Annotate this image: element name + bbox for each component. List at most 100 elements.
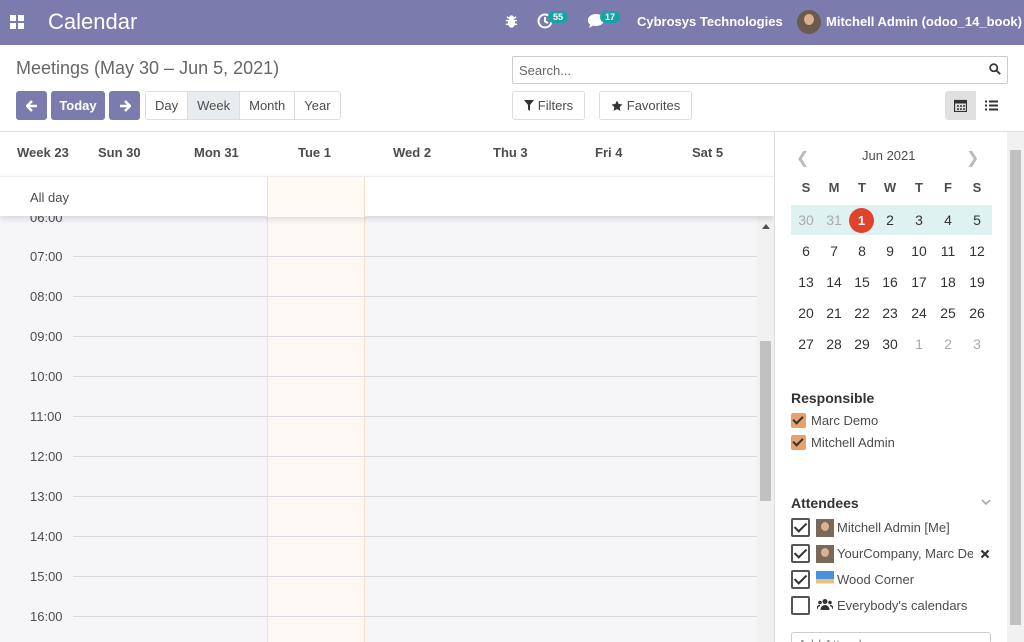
day-header[interactable]: Mon 31 [194, 145, 239, 160]
mini-day[interactable]: 22 [848, 305, 876, 321]
attendee-label[interactable]: Mitchell Admin [Me] [837, 520, 950, 535]
user-avatar[interactable] [797, 10, 821, 34]
mini-day[interactable]: 2 [934, 336, 962, 352]
sidebar-scrollbar[interactable] [1007, 132, 1024, 642]
mini-day[interactable]: 7 [820, 243, 848, 259]
mini-day[interactable]: 11 [934, 243, 962, 259]
mini-day[interactable]: 1 [905, 336, 933, 352]
mini-day[interactable]: 20 [792, 305, 820, 321]
attendee-label[interactable]: Wood Corner [837, 572, 914, 587]
activity-badge: 55 [548, 11, 569, 23]
mini-day[interactable]: 31 [820, 212, 848, 228]
hour-line [73, 456, 757, 457]
mini-day[interactable]: 4 [934, 212, 962, 228]
next-button[interactable] [109, 91, 140, 120]
responsible-checkbox[interactable] [791, 435, 806, 450]
filters-button[interactable]: Filters [512, 91, 585, 120]
attendee-checkbox[interactable] [791, 544, 810, 563]
search-input[interactable] [513, 57, 973, 83]
attendee-checkbox[interactable] [791, 570, 810, 589]
add-attendees-input[interactable]: Add Attendees [791, 632, 991, 642]
mini-day[interactable]: 5 [963, 212, 991, 228]
everybody-label[interactable]: Everybody's calendars [837, 598, 967, 613]
hour-label: 14:00 [30, 529, 63, 544]
user-menu[interactable]: Mitchell Admin (odoo_14_book) [826, 14, 1022, 29]
mini-day[interactable]: 30 [876, 336, 904, 352]
mini-day[interactable]: 27 [792, 336, 820, 352]
scale-day-button[interactable]: Day [146, 92, 189, 119]
calendar-scroll-thumb[interactable] [760, 341, 771, 501]
day-header[interactable]: Sat 5 [692, 145, 723, 160]
collapse-chevron-down-icon[interactable] [981, 499, 991, 506]
mini-day[interactable]: 23 [876, 305, 904, 321]
mini-day[interactable]: 14 [820, 274, 848, 290]
mini-day[interactable]: 29 [848, 336, 876, 352]
calendar-view-button[interactable] [945, 91, 976, 120]
calendar-sidebar: ❮ Jun 2021 ❯ S M T W T F S 30 31 1 2 3 4… [774, 131, 1024, 642]
responsible-label[interactable]: Mitchell Admin [811, 435, 895, 450]
day-header[interactable]: Wed 2 [393, 145, 431, 160]
everybody-checkbox[interactable] [791, 596, 810, 615]
mini-day[interactable]: 28 [820, 336, 848, 352]
scale-week-button[interactable]: Week [188, 92, 241, 119]
attendee-label[interactable]: YourCompany, Marc Demo [837, 546, 973, 561]
mini-day-today[interactable]: 1 [849, 208, 874, 233]
today-button[interactable]: Today [51, 91, 105, 120]
mini-day[interactable]: 19 [963, 274, 991, 290]
allday-row[interactable]: All day [0, 176, 774, 217]
scale-month-button[interactable]: Month [240, 92, 296, 119]
mini-day[interactable]: 6 [792, 243, 820, 259]
mini-day[interactable]: 13 [792, 274, 820, 290]
messages-badge: 17 [600, 11, 621, 23]
time-grid[interactable]: 06:00 07:00 08:00 09:00 10:00 11:00 12:0… [0, 210, 757, 642]
list-view-button[interactable] [976, 91, 1007, 120]
mini-prev-month-icon[interactable]: ❮ [796, 148, 809, 168]
hour-label: 16:00 [30, 609, 63, 624]
today-column[interactable] [267, 216, 365, 642]
responsible-label[interactable]: Marc Demo [811, 413, 878, 428]
day-header[interactable]: Tue 1 [298, 145, 331, 160]
calendar-scrollbar[interactable] [757, 216, 774, 642]
hour-label: 12:00 [30, 449, 63, 464]
mini-next-month-icon[interactable]: ❯ [966, 148, 979, 168]
mini-day[interactable]: 15 [848, 274, 876, 290]
company-switcher[interactable]: Cybrosys Technologies [637, 14, 783, 29]
hour-label: 10:00 [30, 369, 63, 384]
mini-day[interactable]: 9 [876, 243, 904, 259]
mini-day[interactable]: 26 [963, 305, 991, 321]
remove-attendee-icon[interactable] [980, 549, 990, 559]
mini-day[interactable]: 12 [963, 243, 991, 259]
debug-bug-icon[interactable] [504, 14, 519, 29]
day-header[interactable]: Fri 4 [595, 145, 622, 160]
scale-year-button[interactable]: Year [295, 92, 340, 119]
hour-label: 11:00 [30, 409, 62, 424]
search-icon[interactable] [989, 63, 1001, 75]
mini-day[interactable]: 3 [963, 336, 991, 352]
scroll-up-arrow-icon[interactable] [762, 224, 770, 229]
hour-line [73, 296, 757, 297]
apps-menu-icon[interactable] [10, 15, 24, 29]
mini-day[interactable]: 3 [905, 212, 933, 228]
mini-day[interactable]: 18 [934, 274, 962, 290]
breadcrumb: Meetings (May 30 – Jun 5, 2021) [16, 58, 280, 78]
app-title[interactable]: Calendar [48, 9, 137, 35]
mini-day[interactable]: 30 [792, 212, 820, 228]
search-bar[interactable] [512, 56, 1008, 84]
today-allday-cell[interactable] [267, 177, 365, 217]
mini-day[interactable]: 21 [820, 305, 848, 321]
favorites-label: Favorites [626, 98, 681, 113]
mini-day[interactable]: 2 [876, 212, 904, 228]
mini-day[interactable]: 17 [905, 274, 933, 290]
mini-day[interactable]: 16 [876, 274, 904, 290]
mini-day[interactable]: 25 [934, 305, 962, 321]
favorites-button[interactable]: Favorites [599, 91, 692, 120]
responsible-checkbox[interactable] [791, 413, 806, 428]
attendee-checkbox[interactable] [791, 518, 810, 537]
previous-button[interactable] [16, 91, 47, 120]
sidebar-scroll-thumb[interactable] [1010, 150, 1021, 625]
day-header[interactable]: Thu 3 [493, 145, 528, 160]
mini-day[interactable]: 24 [905, 305, 933, 321]
mini-day[interactable]: 8 [848, 243, 876, 259]
day-header[interactable]: Sun 30 [98, 145, 141, 160]
mini-day[interactable]: 10 [905, 243, 933, 259]
